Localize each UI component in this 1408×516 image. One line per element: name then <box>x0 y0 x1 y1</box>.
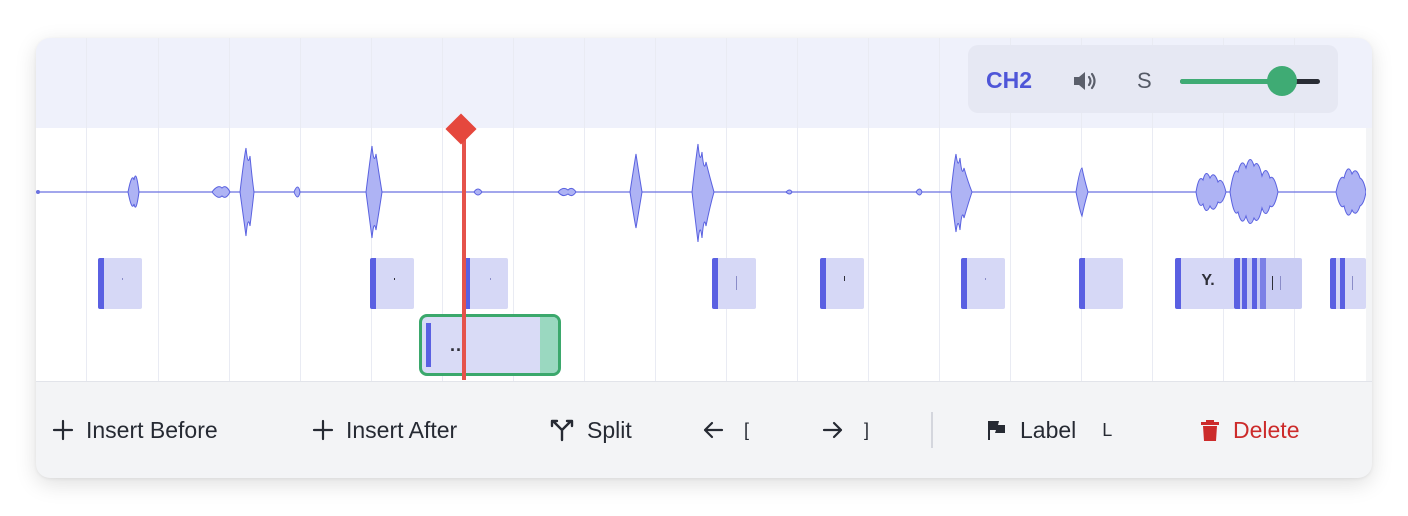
segment-right-handle[interactable] <box>540 317 558 373</box>
selected-segment[interactable]: ... <box>419 314 561 376</box>
flag-icon <box>988 421 1005 440</box>
playhead-line[interactable] <box>462 138 466 380</box>
segment[interactable] <box>370 258 414 309</box>
segment-cluster[interactable] <box>1234 258 1302 309</box>
arrow-right-icon <box>822 421 843 439</box>
segment[interactable] <box>820 258 864 309</box>
delete-button[interactable]: Delete <box>1199 416 1299 444</box>
segment[interactable] <box>961 258 1005 309</box>
segment-track: Y. <box>36 38 1372 382</box>
segment-toolbar: Insert Before Insert After Split [ ] Lab… <box>36 382 1372 478</box>
segment-cluster[interactable] <box>1330 258 1366 309</box>
segment[interactable] <box>712 258 756 309</box>
waveform-editor-panel: CH2 S Y. ... Insert Before Insert After … <box>36 38 1372 478</box>
next-segment-button[interactable]: ] <box>822 416 869 444</box>
arrow-left-icon <box>703 421 724 439</box>
previous-segment-button[interactable]: [ <box>702 416 749 444</box>
insert-before-button[interactable]: Insert Before <box>52 416 218 444</box>
trash-icon <box>1201 420 1219 441</box>
segment[interactable] <box>1079 258 1123 309</box>
split-icon <box>550 419 574 442</box>
toolbar-divider <box>931 412 933 448</box>
insert-after-button[interactable]: Insert After <box>312 416 457 444</box>
segment[interactable] <box>98 258 142 309</box>
split-button[interactable]: Split <box>549 416 632 444</box>
label-button[interactable]: Label L <box>984 416 1112 444</box>
segment[interactable]: Y. <box>1175 258 1235 309</box>
plus-icon <box>52 419 74 441</box>
plus-icon <box>312 419 334 441</box>
segment[interactable] <box>464 258 508 309</box>
segment-left-handle[interactable] <box>426 323 431 367</box>
